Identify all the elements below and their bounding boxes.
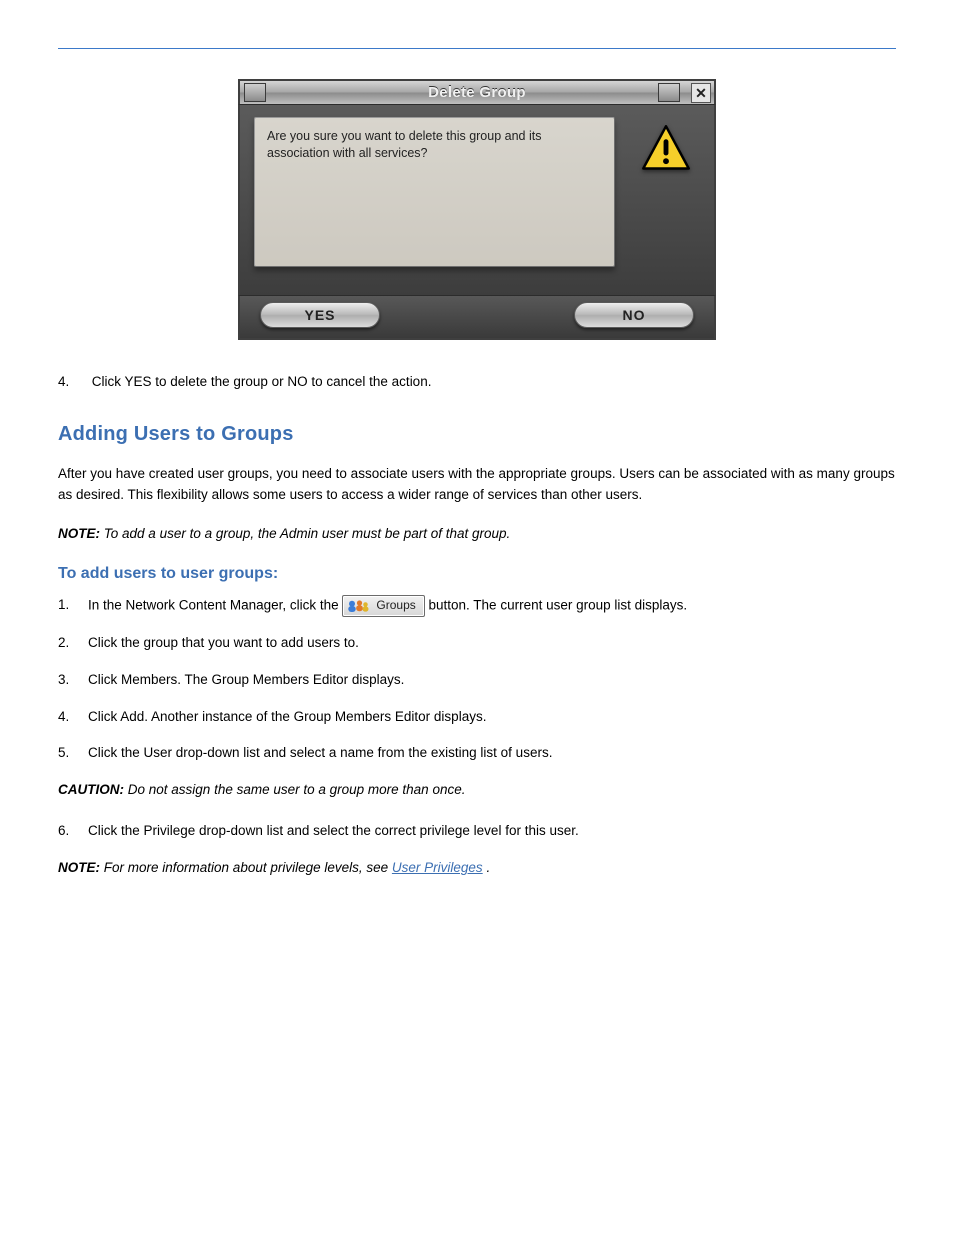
step-number: 1.: [58, 595, 88, 617]
step-1: 1. In the Network Content Manager, click…: [58, 595, 896, 617]
note-text: To add a user to a group, the Admin user…: [104, 526, 511, 541]
titlebar-ornament-right: [658, 83, 680, 102]
section-heading: Adding Users to Groups: [58, 423, 896, 446]
step-number: 4.: [58, 707, 88, 728]
dialog-button-row: YES NO: [238, 295, 716, 340]
delete-group-dialog: Delete Group ✕ Are you sure you want to …: [238, 79, 716, 340]
post-dialog-step: 4. Click YES to delete the group or NO t…: [58, 372, 896, 393]
step-number: 6.: [58, 821, 88, 842]
caution-label: CAUTION:: [58, 782, 124, 797]
note-text-before: For more information about privilege lev…: [104, 860, 392, 875]
groups-button[interactable]: Groups: [342, 595, 424, 617]
close-icon: ✕: [695, 85, 707, 102]
step-text: Click the User drop-down list and select…: [88, 743, 896, 764]
step-text: Click the Privilege drop-down list and s…: [88, 821, 896, 842]
section-intro: After you have created user groups, you …: [58, 464, 896, 506]
note-block-2: NOTE: For more information about privile…: [58, 858, 896, 879]
step-3: 3. Click Members. The Group Members Edit…: [58, 670, 896, 691]
groups-icon: [346, 598, 370, 614]
yes-button[interactable]: YES: [260, 302, 380, 328]
step-number: 3.: [58, 670, 88, 691]
note-label: NOTE:: [58, 526, 100, 541]
step-6: 6. Click the Privilege drop-down list an…: [58, 821, 896, 842]
step-number: 2.: [58, 633, 88, 654]
dialog-title: Delete Group: [428, 84, 526, 101]
dialog-titlebar: Delete Group ✕: [238, 79, 716, 105]
step-4: 4. Click Add. Another instance of the Gr…: [58, 707, 896, 728]
groups-button-label: Groups: [376, 596, 415, 615]
titlebar-ornament-left: [244, 83, 266, 102]
subsection-heading: To add users to user groups:: [58, 565, 896, 583]
step-text: Click the group that you want to add use…: [88, 633, 896, 654]
step-text: Click Members. The Group Members Editor …: [88, 670, 896, 691]
step-5: 5. Click the User drop-down list and sel…: [58, 743, 896, 764]
no-button[interactable]: NO: [574, 302, 694, 328]
yes-button-label: YES: [304, 308, 335, 322]
note-label: NOTE:: [58, 860, 100, 875]
user-privileges-link[interactable]: User Privileges: [392, 860, 483, 875]
dialog-message: Are you sure you want to delete this gro…: [254, 117, 615, 267]
step-text-after: button. The current user group list disp…: [429, 597, 688, 612]
caution-block: CAUTION: Do not assign the same user to …: [58, 780, 896, 801]
note-block: NOTE: To add a user to a group, the Admi…: [58, 524, 896, 545]
warning-icon: [631, 117, 700, 289]
note-text-after: .: [486, 860, 490, 875]
step-text: Click YES to delete the group or NO to c…: [92, 374, 432, 389]
no-button-label: NO: [623, 308, 646, 322]
header-rule: [58, 48, 896, 49]
step-2: 2. Click the group that you want to add …: [58, 633, 896, 654]
step-number: 4.: [58, 372, 88, 393]
step-text: Click Add. Another instance of the Group…: [88, 707, 896, 728]
close-button[interactable]: ✕: [691, 83, 711, 103]
step-text-before: In the Network Content Manager, click th…: [88, 597, 342, 612]
caution-text: Do not assign the same user to a group m…: [128, 782, 466, 797]
step-number: 5.: [58, 743, 88, 764]
